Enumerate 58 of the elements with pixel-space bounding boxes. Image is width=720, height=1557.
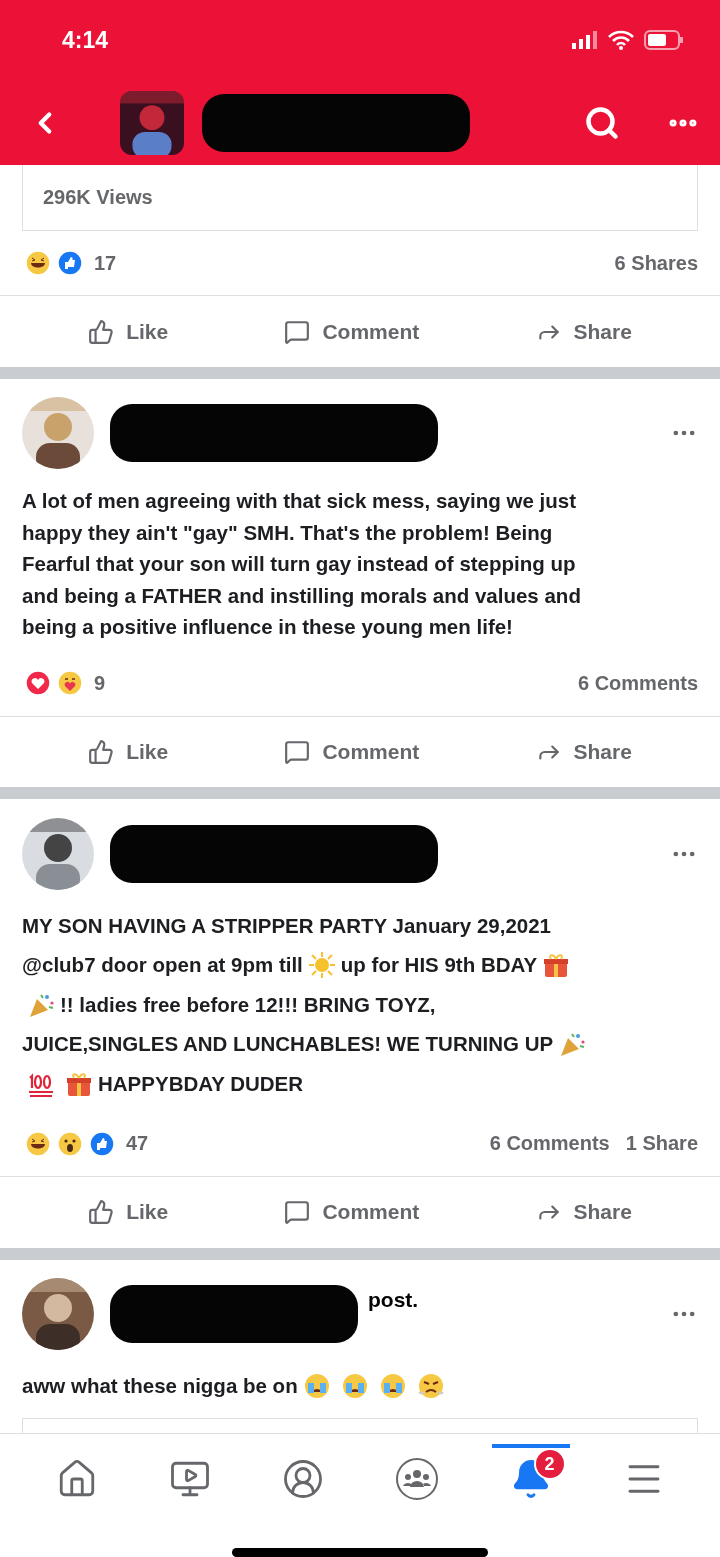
crying-face-icon: [340, 1372, 369, 1401]
speech-bubble-icon: [284, 318, 311, 345]
profile-icon: [281, 1458, 324, 1501]
view-count: 296K Views: [43, 185, 153, 209]
engagement-count[interactable]: 6 Comments: [489, 1132, 610, 1156]
post-text: aww what these nigga be on: [22, 1374, 298, 1399]
like-button[interactable]: Like: [80, 733, 177, 772]
reaction-count[interactable]: 9: [94, 671, 106, 695]
like-reaction-icon: [89, 1130, 115, 1157]
share-button[interactable]: Share: [527, 1193, 640, 1232]
surprised-face-icon: [57, 1130, 83, 1157]
like-reaction-icon: [57, 250, 83, 277]
comment-button[interactable]: Comment: [276, 733, 428, 772]
sun-icon: [307, 951, 336, 980]
thumbs-up-icon: [88, 318, 115, 345]
engagement-count[interactable]: 6 Shares: [614, 251, 698, 275]
post-text: and being a FATHER and instilling morals and values and: [22, 583, 581, 608]
post-text: HAPPYBDAY DUDER: [98, 1071, 304, 1096]
laughing-face-icon: [25, 250, 51, 277]
post-text: happy they ain't "gay" SMH. That's the problem! Being: [22, 520, 553, 545]
post-text: up for HIS 9th BDAY: [340, 953, 538, 978]
crying-face-icon: [378, 1372, 407, 1401]
thumbs-up-icon: [88, 739, 115, 766]
post-text: A lot of men agreeing with that sick mess, saying we just: [22, 489, 576, 514]
post-text: being a positive influence in these young men life!: [22, 615, 513, 640]
speech-bubble-icon: [284, 1199, 311, 1226]
status-time: 4:14: [62, 26, 109, 54]
reaction-count[interactable]: 17: [94, 251, 117, 275]
comment-button[interactable]: Comment: [276, 1193, 428, 1232]
gift-icon: [542, 951, 571, 980]
engagement-count[interactable]: 1 Share: [625, 1132, 698, 1156]
share-button[interactable]: Share: [527, 312, 640, 351]
like-button[interactable]: Like: [80, 1193, 177, 1232]
post-text: MY SON HAVING A STRIPPER PARTY January 29,2021: [22, 913, 551, 938]
post-text: !! ladies free before 12!!! BRING TOYZ,: [60, 992, 436, 1017]
post-text: Fearful that your son will turn gay instead of stepping up: [22, 552, 576, 577]
engagement-count[interactable]: 6 Comments: [577, 671, 698, 695]
hugging-face-icon: [57, 670, 83, 697]
notifications-tab[interactable]: 2: [491, 1444, 570, 1518]
wifi-icon: [608, 30, 634, 50]
share-button[interactable]: Share: [527, 733, 640, 772]
notification-badge: 2: [533, 1448, 566, 1481]
crying-face-icon: [302, 1372, 331, 1401]
battery-icon: [644, 30, 684, 50]
search-icon[interactable]: [584, 104, 620, 141]
post-text: @club7 door open at 9pm till: [22, 953, 303, 978]
reaction-count[interactable]: 47: [126, 1132, 149, 1156]
comment-button[interactable]: Comment: [276, 312, 428, 351]
groups-icon: [394, 1457, 439, 1502]
thumbs-up-icon: [88, 1199, 115, 1226]
signal-icon: [572, 31, 598, 49]
like-button[interactable]: Like: [80, 312, 177, 351]
heart-reaction-icon: [25, 670, 51, 697]
author-line: post.: [368, 1287, 419, 1312]
speech-bubble-icon: [284, 739, 311, 766]
steaming-face-icon: [416, 1372, 445, 1401]
post-text: JUICE,SINGLES AND LUNCHABLES! WE TURNING UP: [22, 1032, 554, 1057]
laughing-face-icon: [25, 1130, 51, 1157]
